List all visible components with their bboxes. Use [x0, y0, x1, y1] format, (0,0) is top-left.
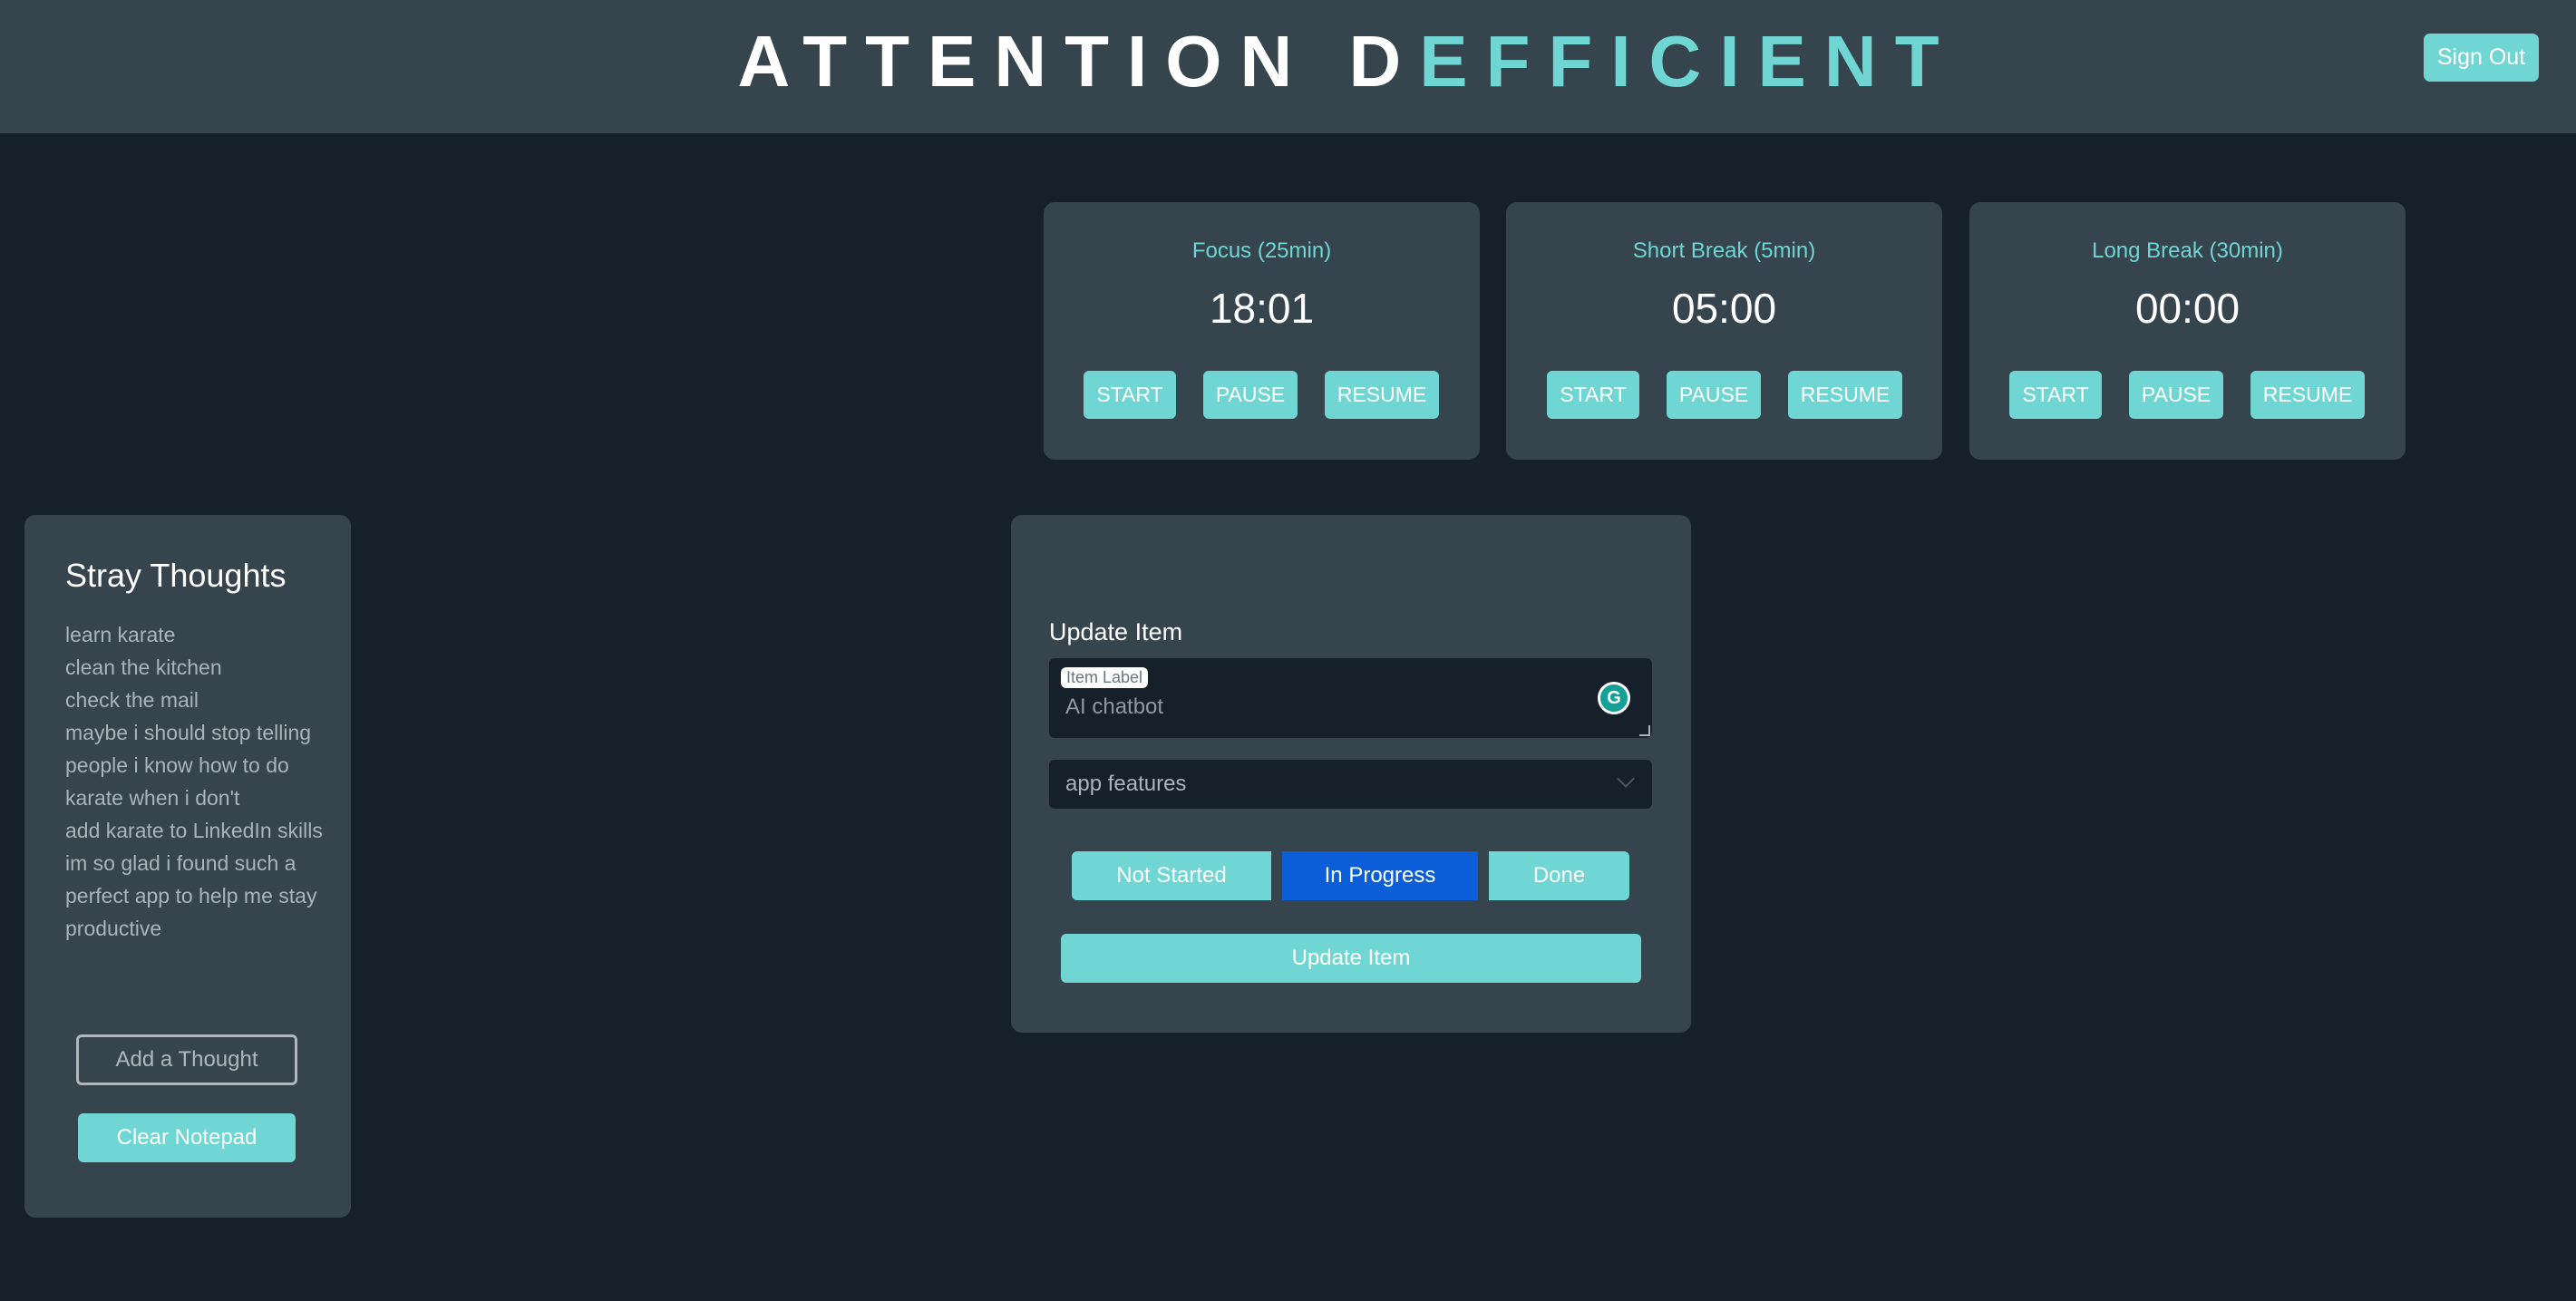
update-item-panel: Update Item Item Label AI chatbot G app … [1011, 515, 1691, 1033]
status-in-progress-button[interactable]: In Progress [1282, 851, 1478, 900]
resume-button[interactable]: RESUME [1325, 371, 1439, 419]
thought-list: learn karate clean the kitchen check the… [65, 618, 337, 945]
pause-button[interactable]: PAUSE [2129, 371, 2223, 419]
item-label-floating-label: Item Label [1061, 667, 1149, 688]
app-header: ATTENTION DEFFICIENT Sign Out [0, 0, 2576, 133]
start-button[interactable]: START [1547, 371, 1639, 419]
resume-button[interactable]: RESUME [1788, 371, 1902, 419]
item-label-textarea[interactable]: Item Label AI chatbot G [1049, 658, 1652, 738]
timer-countdown: 18:01 [1209, 285, 1315, 332]
list-item: add karate to LinkedIn skills [65, 819, 323, 842]
timer-countdown: 05:00 [1671, 285, 1777, 332]
resume-button[interactable]: RESUME [2250, 371, 2365, 419]
resize-handle[interactable] [1639, 725, 1650, 736]
category-select[interactable]: app features [1049, 760, 1652, 809]
grammarly-icon[interactable]: G [1598, 682, 1630, 714]
status-not-started-button[interactable]: Not Started [1072, 851, 1271, 900]
item-label-value: AI chatbot [1065, 694, 1164, 719]
timer-title: Short Break (5min) [1632, 238, 1816, 263]
pause-button[interactable]: PAUSE [1667, 371, 1761, 419]
stray-thoughts-title: Stray Thoughts [65, 557, 287, 594]
clear-notepad-button[interactable]: Clear Notepad [78, 1113, 296, 1162]
list-item: clean the kitchen [65, 655, 222, 679]
status-done-button[interactable]: Done [1489, 851, 1629, 900]
list-item: learn karate [65, 623, 176, 646]
chevron-down-icon [1617, 770, 1635, 788]
timer-title: Focus (25min) [1191, 238, 1332, 263]
timer-card-long-break: Long Break (30min) 00:00 START PAUSE RES… [1969, 202, 2406, 460]
timer-card-short-break: Short Break (5min) 05:00 START PAUSE RES… [1506, 202, 1942, 460]
update-item-button[interactable]: Update Item [1061, 934, 1641, 983]
timer-card-focus: Focus (25min) 18:01 START PAUSE RESUME [1044, 202, 1480, 460]
start-button[interactable]: START [1084, 371, 1176, 419]
list-item: maybe i should stop telling people i kno… [65, 721, 312, 810]
list-item: check the mail [65, 688, 199, 712]
app-title: ATTENTION DEFFICIENT [0, 16, 2576, 107]
pause-button[interactable]: PAUSE [1203, 371, 1298, 419]
sign-out-button[interactable]: Sign Out [2424, 34, 2539, 82]
category-select-value: app features [1065, 772, 1187, 796]
stray-thoughts-panel: Stray Thoughts learn karate clean the ki… [24, 515, 351, 1218]
update-item-title: Update Item [1049, 618, 1183, 646]
timer-countdown: 00:00 [2134, 285, 2241, 332]
list-item: im so glad i found such a perfect app to… [65, 851, 317, 940]
timer-title: Long Break (30min) [2092, 238, 2283, 263]
add-thought-button[interactable]: Add a Thought [76, 1034, 297, 1085]
app-title-part-1: ATTENTION D [737, 21, 1420, 102]
app-title-part-2: EFFICIENT [1419, 21, 1958, 102]
start-button[interactable]: START [2009, 371, 2102, 419]
